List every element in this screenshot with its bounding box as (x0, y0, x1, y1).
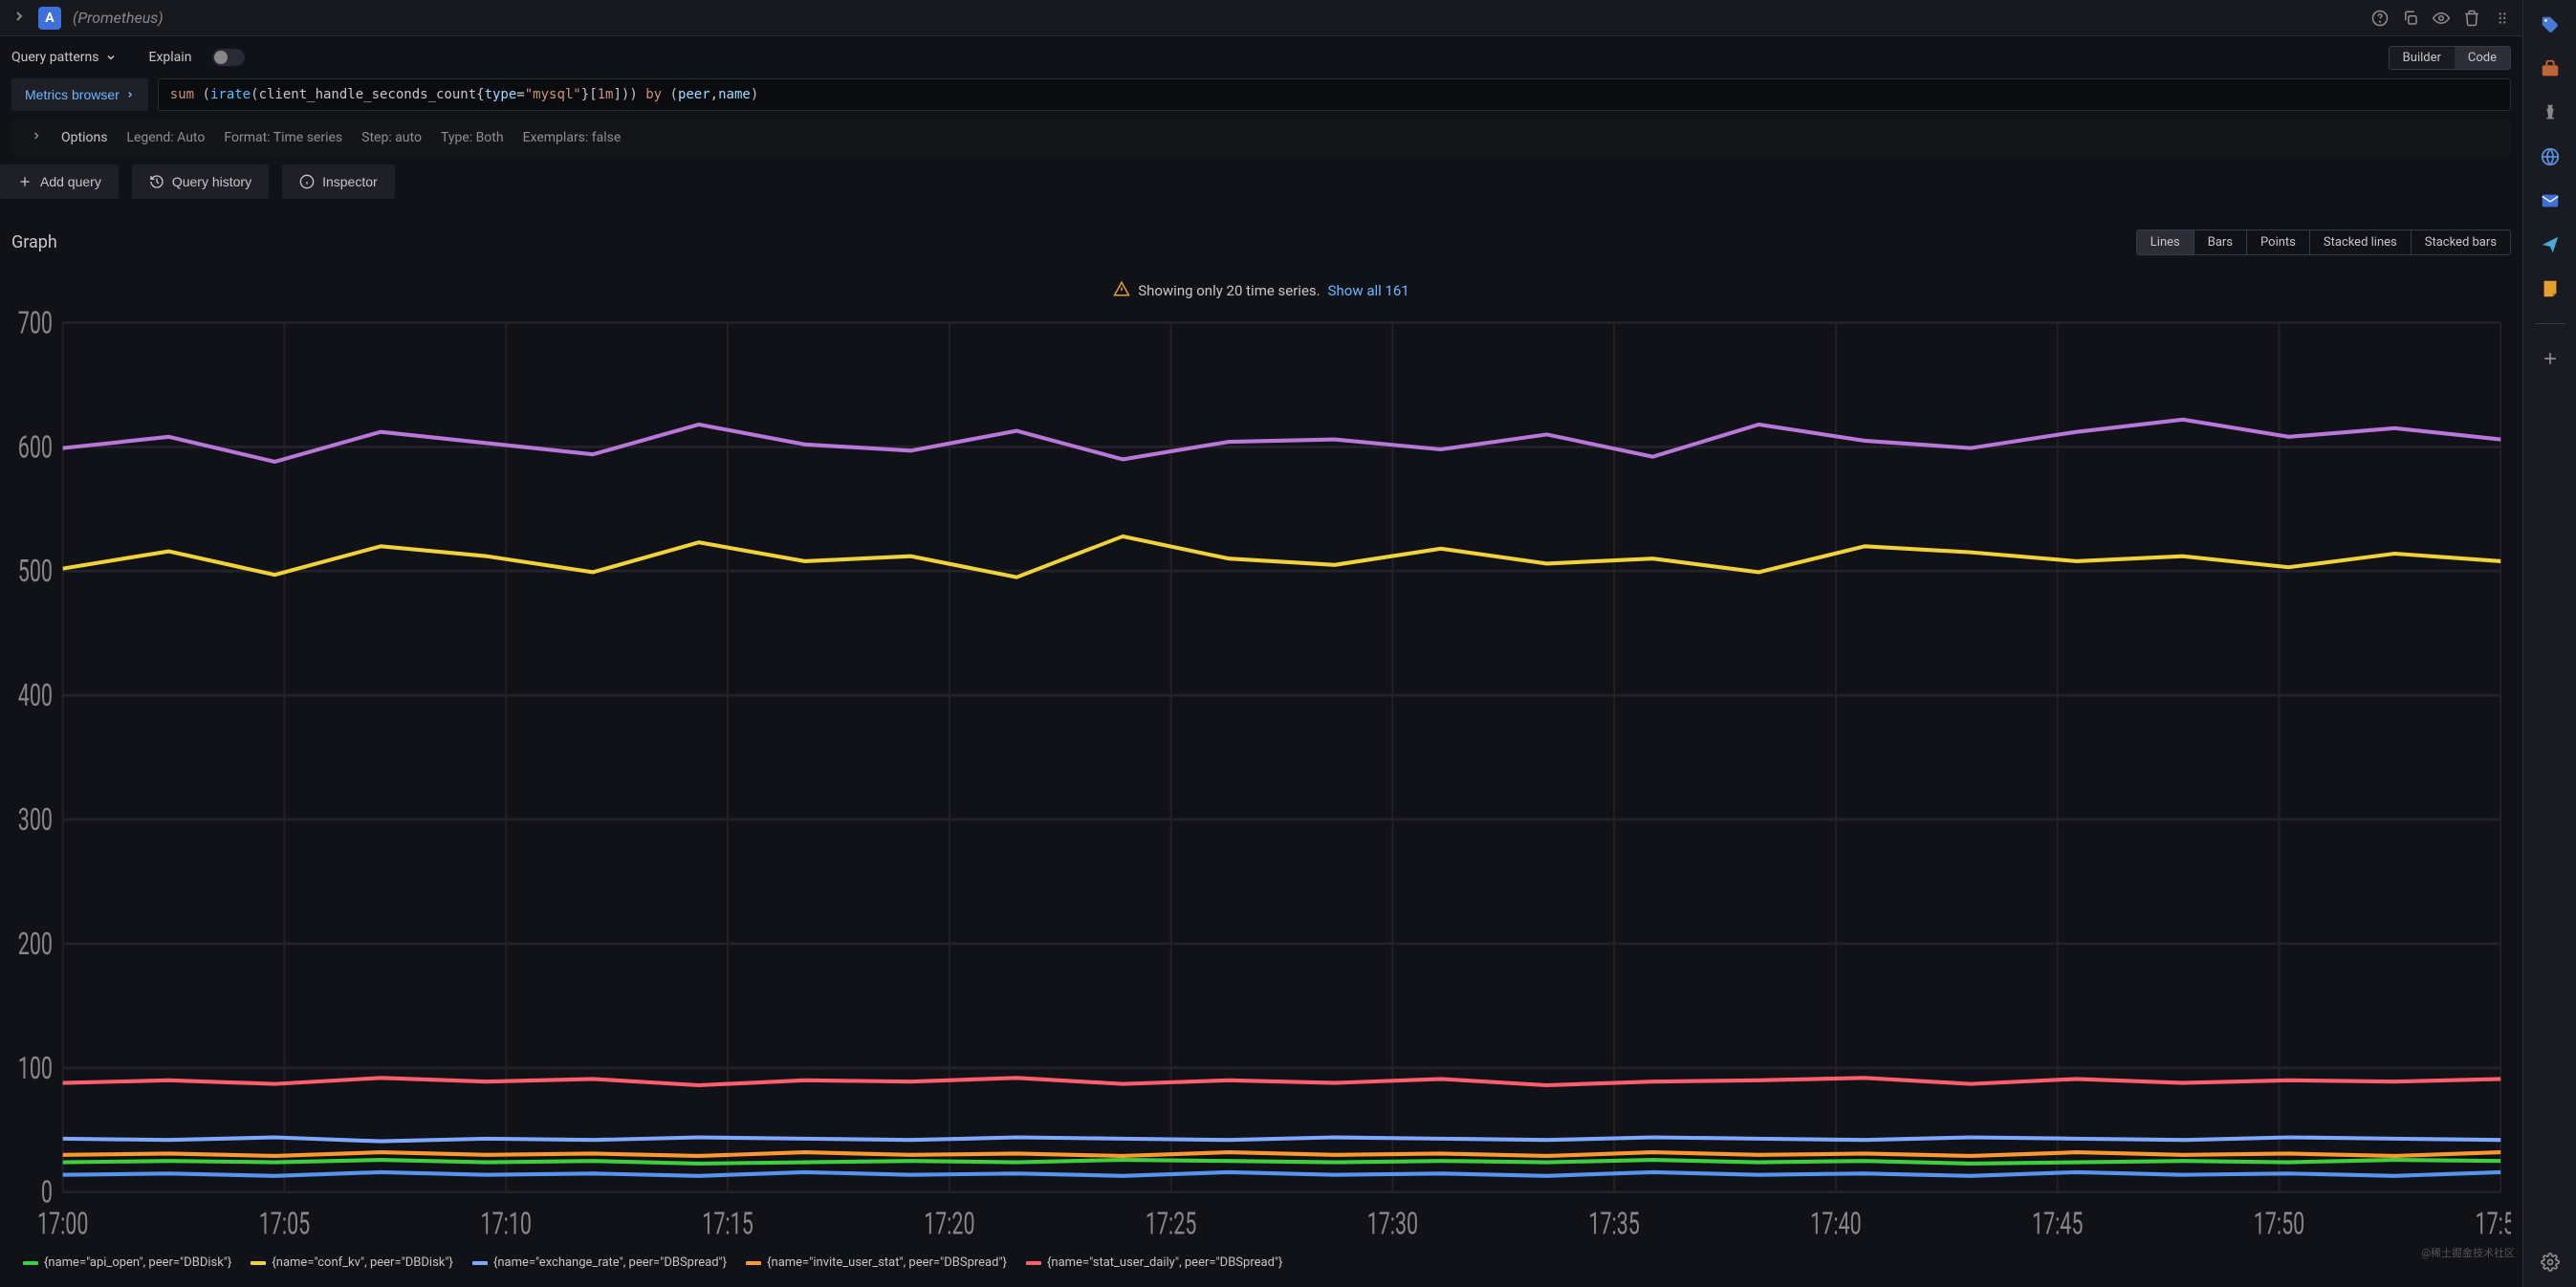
datasource-logo: A (38, 7, 61, 30)
show-all-link[interactable]: Show all 161 (1328, 282, 1409, 299)
type-option: Type: Both (441, 130, 504, 145)
legend-swatch (1026, 1261, 1041, 1265)
exemplars-option: Exemplars: false (523, 130, 622, 145)
legend-item[interactable]: {name="api_open", peer="DBDisk"} (23, 1255, 231, 1270)
sidebar-settings-icon[interactable] (2537, 1249, 2564, 1276)
svg-text:17:25: 17:25 (1146, 1205, 1196, 1242)
query-history-button[interactable]: Query history (132, 164, 269, 199)
chart-legend: {name="api_open", peer="DBDisk"} {name="c… (11, 1250, 2511, 1276)
legend-item[interactable]: {name="conf_kv", peer="DBDisk"} (251, 1255, 453, 1270)
query-history-label: Query history (172, 174, 251, 189)
svg-text:17:05: 17:05 (259, 1205, 310, 1242)
chart-type-tab-stacked-bars[interactable]: Stacked bars (2412, 230, 2510, 254)
svg-text:500: 500 (18, 552, 53, 589)
chart-type-tabs: LinesBarsPointsStacked linesStacked bars (2136, 229, 2511, 255)
legend-swatch (746, 1261, 761, 1265)
svg-text:400: 400 (18, 676, 53, 713)
svg-text:17:20: 17:20 (924, 1205, 974, 1242)
datasource-name: (Prometheus) (73, 9, 164, 27)
svg-text:200: 200 (18, 925, 53, 962)
inspector-button[interactable]: Inspector (282, 164, 395, 199)
svg-text:17:00: 17:00 (37, 1205, 88, 1242)
metrics-browser-button[interactable]: Metrics browser (11, 78, 148, 111)
chart-type-tab-lines[interactable]: Lines (2137, 230, 2194, 254)
legend-item[interactable]: {name="exchange_rate", peer="DBSpread"} (472, 1255, 727, 1270)
query-patterns-label: Query patterns (11, 50, 99, 65)
chart-type-tab-points[interactable]: Points (2247, 230, 2310, 254)
trash-icon[interactable] (2463, 10, 2480, 27)
options-expand-icon[interactable] (31, 130, 42, 145)
copy-icon[interactable] (2402, 10, 2419, 27)
chevron-down-icon (105, 52, 117, 63)
svg-text:300: 300 (18, 800, 53, 838)
legend-label: {name="conf_kv", peer="DBDisk"} (272, 1255, 453, 1270)
svg-text:17:10: 17:10 (481, 1205, 532, 1242)
promql-editor[interactable]: sum (irate(client_handle_seconds_count{t… (158, 78, 2511, 111)
svg-text:100: 100 (18, 1049, 53, 1086)
inspector-label: Inspector (322, 174, 378, 189)
legend-swatch (472, 1261, 488, 1265)
metrics-browser-label: Metrics browser (25, 87, 120, 102)
sidebar-send-icon[interactable] (2537, 231, 2564, 258)
builder-tab[interactable]: Builder (2390, 47, 2455, 69)
chart-type-tab-stacked-lines[interactable]: Stacked lines (2310, 230, 2412, 254)
sidebar-tag-icon[interactable] (2537, 11, 2564, 38)
collapse-panel-icon[interactable] (11, 9, 27, 28)
graph-title: Graph (11, 232, 57, 252)
add-query-label: Add query (40, 174, 101, 189)
warning-icon (1113, 280, 1130, 301)
right-sidebar (2522, 0, 2576, 1287)
options-row: Options Legend: Auto Format: Time series… (11, 120, 2511, 155)
panel-header: A (Prometheus) (0, 0, 2522, 36)
drag-handle-icon[interactable] (2494, 10, 2511, 27)
sidebar-globe-icon[interactable] (2537, 143, 2564, 170)
svg-text:17:45: 17:45 (2032, 1205, 2083, 1242)
sidebar-chess-icon[interactable] (2537, 99, 2564, 126)
series-warning: Showing only 20 time series. Show all 16… (11, 265, 2511, 307)
watermark: @稀土掘金技术社区 (2421, 1245, 2515, 1260)
code-tab[interactable]: Code (2455, 47, 2510, 69)
legend-label: {name="invite_user_stat", peer="DBSpread… (767, 1255, 1007, 1270)
legend-item[interactable]: {name="invite_user_stat", peer="DBSpread… (746, 1255, 1007, 1270)
help-icon[interactable] (2371, 10, 2389, 27)
svg-text:17:40: 17:40 (1810, 1205, 1861, 1242)
legend-swatch (23, 1261, 38, 1265)
legend-label: {name="api_open", peer="DBDisk"} (44, 1255, 231, 1270)
explain-label: Explain (149, 50, 192, 65)
add-query-button[interactable]: Add query (0, 164, 119, 199)
warning-text: Showing only 20 time series. (1138, 282, 1320, 299)
explain-toggle[interactable] (212, 49, 245, 66)
sidebar-mail-icon[interactable] (2537, 187, 2564, 214)
svg-text:17:15: 17:15 (702, 1205, 753, 1242)
svg-text:700: 700 (18, 307, 53, 341)
svg-text:17:35: 17:35 (1588, 1205, 1639, 1242)
line-chart[interactable]: 010020030040050060070017:0017:0517:1017:… (11, 307, 2511, 1250)
query-controls-row: Query patterns Explain Builder Code (0, 36, 2522, 78)
query-mode-tabs: Builder Code (2389, 46, 2511, 70)
eye-icon[interactable] (2433, 10, 2450, 27)
chevron-right-icon (125, 90, 135, 99)
graph-panel: Graph LinesBarsPointsStacked linesStacke… (0, 212, 2522, 1287)
info-icon (299, 174, 315, 189)
sidebar-note-icon[interactable] (2537, 275, 2564, 302)
legend-item[interactable]: {name="stat_user_daily", peer="DBSpread"… (1026, 1255, 1282, 1270)
svg-text:17:50: 17:50 (2254, 1205, 2304, 1242)
step-option: Step: auto (361, 130, 422, 145)
query-patterns-dropdown[interactable]: Query patterns (11, 50, 117, 65)
legend-label: {name="stat_user_daily", peer="DBSpread"… (1047, 1255, 1282, 1270)
svg-text:17:30: 17:30 (1367, 1205, 1418, 1242)
history-icon (149, 174, 164, 189)
sidebar-plus-icon[interactable] (2537, 345, 2564, 372)
legend-label: {name="exchange_rate", peer="DBSpread"} (493, 1255, 727, 1270)
svg-text:600: 600 (18, 428, 53, 466)
chart-type-tab-bars[interactable]: Bars (2194, 230, 2247, 254)
svg-text:17:55: 17:55 (2476, 1205, 2511, 1242)
plus-icon (17, 174, 33, 189)
legend-swatch (251, 1261, 266, 1265)
options-label[interactable]: Options (61, 130, 107, 145)
legend-option: Legend: Auto (126, 130, 205, 145)
format-option: Format: Time series (224, 130, 342, 145)
sidebar-briefcase-icon[interactable] (2537, 55, 2564, 82)
